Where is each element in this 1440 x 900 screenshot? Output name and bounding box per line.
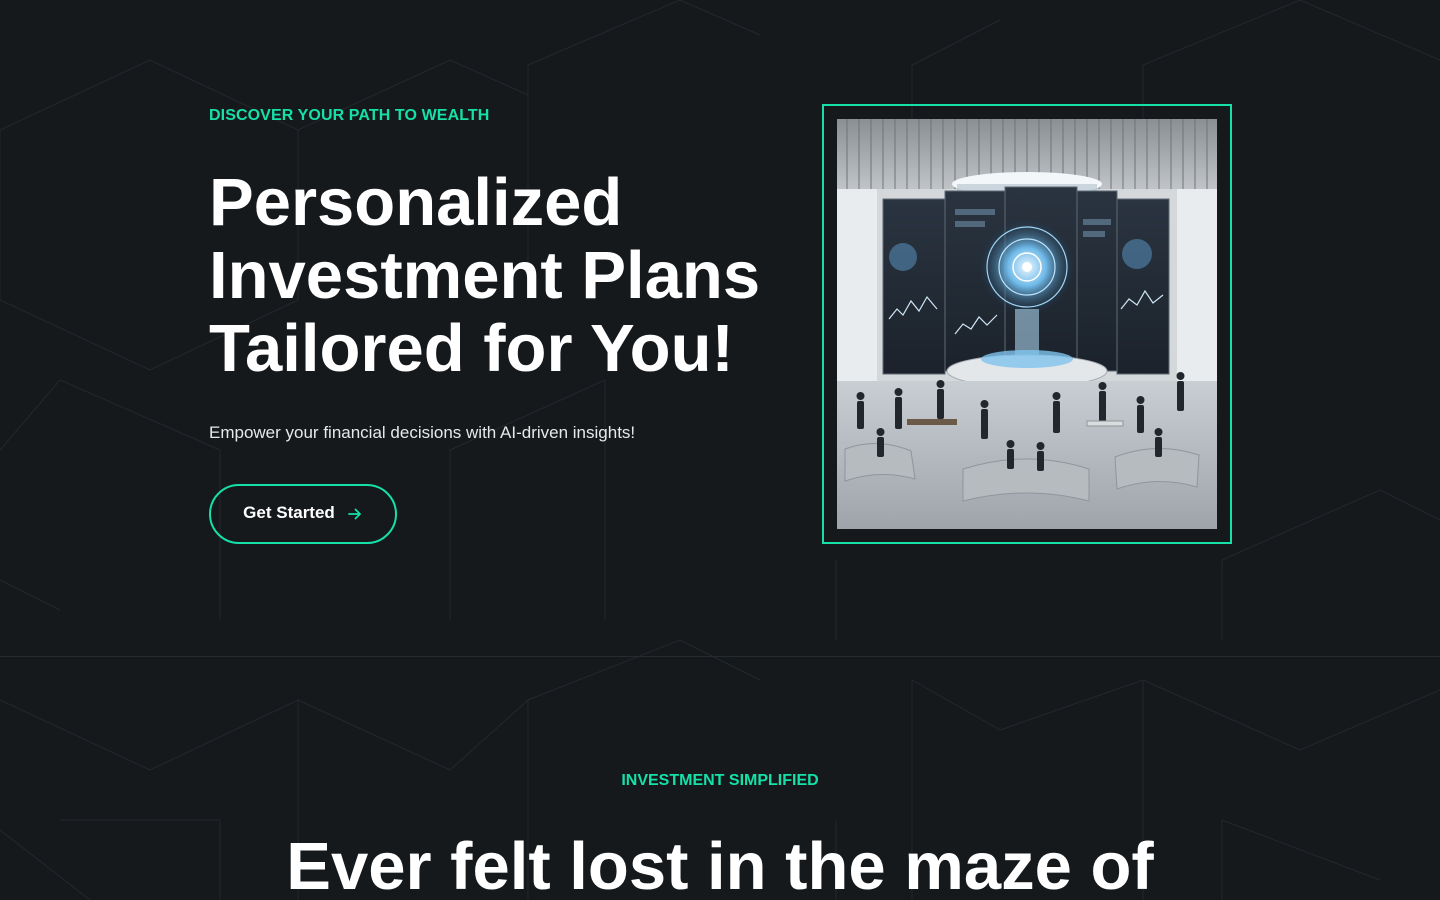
hero-section: DISCOVER YOUR PATH TO WEALTH Personalize… [0,0,1440,656]
section-eyebrow: INVESTMENT SIMPLIFIED [621,772,819,789]
hero-headline-line: Tailored for You! [209,311,734,386]
hero-image [837,119,1217,529]
hero-headline-line: Investment Plans [209,238,761,313]
hero-headline-line: Personalized [209,165,623,240]
hero-image-frame [822,104,1232,544]
hero-headline: Personalized Investment Plans Tailored f… [209,166,809,385]
hero-eyebrow: DISCOVER YOUR PATH TO WEALTH [209,107,490,124]
get-started-button[interactable]: Get Started [209,484,397,544]
get-started-label: Get Started [243,503,335,522]
investment-simplified-section: INVESTMENT SIMPLIFIED Ever felt lost in … [0,657,1440,900]
arrow-right-icon [347,508,361,520]
section-headline: Ever felt lost in the maze of [286,829,1154,900]
landing-page: DISCOVER YOUR PATH TO WEALTH Personalize… [0,0,1440,900]
hero-subtitle: Empower your financial decisions with AI… [209,423,636,442]
